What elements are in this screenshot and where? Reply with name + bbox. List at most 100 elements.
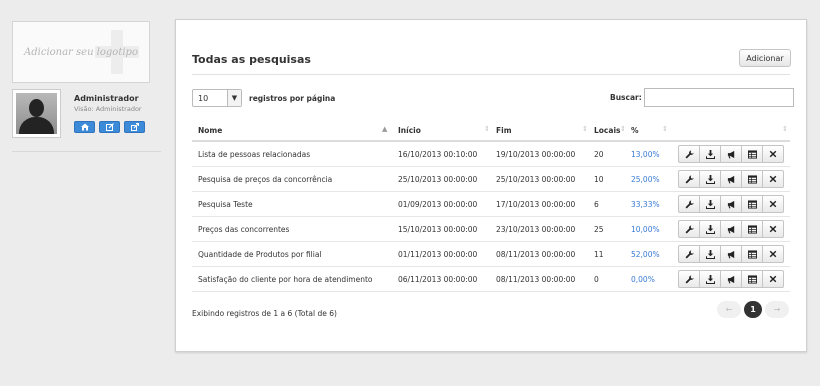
column-header-locations[interactable]: Locais [594,126,620,135]
publish-button[interactable] [720,170,742,188]
edit-survey-button[interactable] [678,145,700,163]
download-button[interactable] [699,170,721,188]
close-icon [769,175,777,183]
surveys-panel: Todas as pesquisas Adicionar 10 ▼ regist… [175,19,807,352]
survey-end-date: 17/10/2013 00:00:00 [496,200,576,209]
download-icon [705,224,715,234]
row-action-group [678,195,784,213]
download-button[interactable] [699,145,721,163]
wrench-icon [685,224,694,233]
download-button[interactable] [699,270,721,288]
publish-button[interactable] [720,270,742,288]
edit-survey-button[interactable] [678,170,700,188]
page-size-control: 10 ▼ registros por página [192,89,335,107]
delete-button[interactable] [762,245,784,263]
survey-percent[interactable]: 0,00% [631,275,655,284]
search-input[interactable] [643,88,794,107]
sort-asc-icon[interactable]: ▲ [382,125,387,133]
edit-survey-button[interactable] [678,270,700,288]
sort-icon[interactable]: ⇕ [662,125,668,133]
survey-percent[interactable]: 52,00% [631,250,660,259]
close-icon [769,200,777,208]
logout-button[interactable] [124,121,145,133]
survey-start-date: 16/10/2013 00:10:00 [398,150,478,159]
publish-button[interactable] [720,145,742,163]
table-row[interactable]: Pesquisa de preços da concorrência 25/10/… [192,167,790,192]
table-row[interactable]: Pesquisa Teste 01/09/2013 00:00:00 17/10/2… [192,192,790,217]
close-icon [769,225,777,233]
table-row[interactable]: Quantidade de Produtos por filial 01/11/2… [192,242,790,267]
view-results-button[interactable] [741,145,763,163]
logo-placeholder-text: Adicionar seu logotipo [24,46,138,58]
home-button[interactable] [74,121,95,133]
table-icon [747,274,757,284]
page-size-select[interactable]: 10 ▼ [192,89,242,107]
survey-percent[interactable]: 10,00% [631,225,660,234]
page-title: Todas as pesquisas [192,53,311,66]
survey-percent[interactable]: 25,00% [631,175,660,184]
survey-percent[interactable]: 13,00% [631,150,660,159]
view-results-button[interactable] [741,270,763,288]
column-header-start[interactable]: Início [398,126,421,135]
edit-icon [105,123,114,131]
publish-button[interactable] [720,220,742,238]
logo-placeholder[interactable]: Adicionar seu logotipo [12,21,150,83]
sort-icon[interactable]: ⇕ [484,125,490,133]
current-page-button[interactable]: 1 [744,301,762,318]
download-icon [705,149,715,159]
edit-survey-button[interactable] [678,220,700,238]
edit-survey-button[interactable] [678,195,700,213]
wrench-icon [685,274,694,283]
table-icon [747,174,757,184]
survey-name: Quantidade de Produtos por filial [198,250,322,259]
survey-end-date: 08/11/2013 00:00:00 [496,275,576,284]
table-row[interactable]: Preços das concorrentes 15/10/2013 00:00:… [192,217,790,242]
table-icon [747,249,757,259]
edit-profile-button[interactable] [99,121,120,133]
download-button[interactable] [699,245,721,263]
next-page-button[interactable]: → [765,301,789,318]
publish-button[interactable] [720,195,742,213]
edit-survey-button[interactable] [678,245,700,263]
chevron-down-icon: ▼ [227,90,241,106]
column-header-name[interactable]: Nome [198,126,222,135]
sort-icon[interactable]: ⇕ [620,125,626,133]
previous-page-button[interactable]: ← [717,301,741,318]
row-action-group [678,145,784,163]
table-row[interactable]: Satisfação do cliente por hora de atendi… [192,267,790,292]
delete-button[interactable] [762,270,784,288]
row-action-group [678,245,784,263]
delete-button[interactable] [762,145,784,163]
view-results-button[interactable] [741,170,763,188]
add-button[interactable]: Adicionar [739,49,791,67]
delete-button[interactable] [762,220,784,238]
close-icon [769,250,777,258]
download-button[interactable] [699,220,721,238]
publish-button[interactable] [720,245,742,263]
survey-start-date: 01/11/2013 00:00:00 [398,250,478,259]
sort-icon[interactable]: ⇕ [782,125,788,133]
table-icon [747,224,757,234]
table-row[interactable]: Lista de pessoas relacionadas 16/10/2013 … [192,142,790,167]
survey-end-date: 23/10/2013 00:00:00 [496,225,576,234]
delete-button[interactable] [762,170,784,188]
search-label: Buscar: [610,93,642,102]
user-role: Visão: Administrador [74,105,142,113]
view-results-button[interactable] [741,245,763,263]
download-icon [705,274,715,284]
survey-name: Satisfação do cliente por hora de atendi… [198,275,373,284]
column-header-end[interactable]: Fim [496,126,512,135]
row-action-group [678,220,784,238]
view-results-button[interactable] [741,195,763,213]
view-results-button[interactable] [741,220,763,238]
download-icon [705,199,715,209]
page-size-value: 10 [198,93,209,103]
row-action-group [678,170,784,188]
sort-icon[interactable]: ⇕ [582,125,588,133]
delete-button[interactable] [762,195,784,213]
column-header-percent[interactable]: % [631,126,639,135]
megaphone-icon [727,200,734,208]
survey-percent[interactable]: 33,33% [631,200,660,209]
download-button[interactable] [699,195,721,213]
records-summary: Exibindo registros de 1 a 6 (Total de 6) [192,309,337,318]
